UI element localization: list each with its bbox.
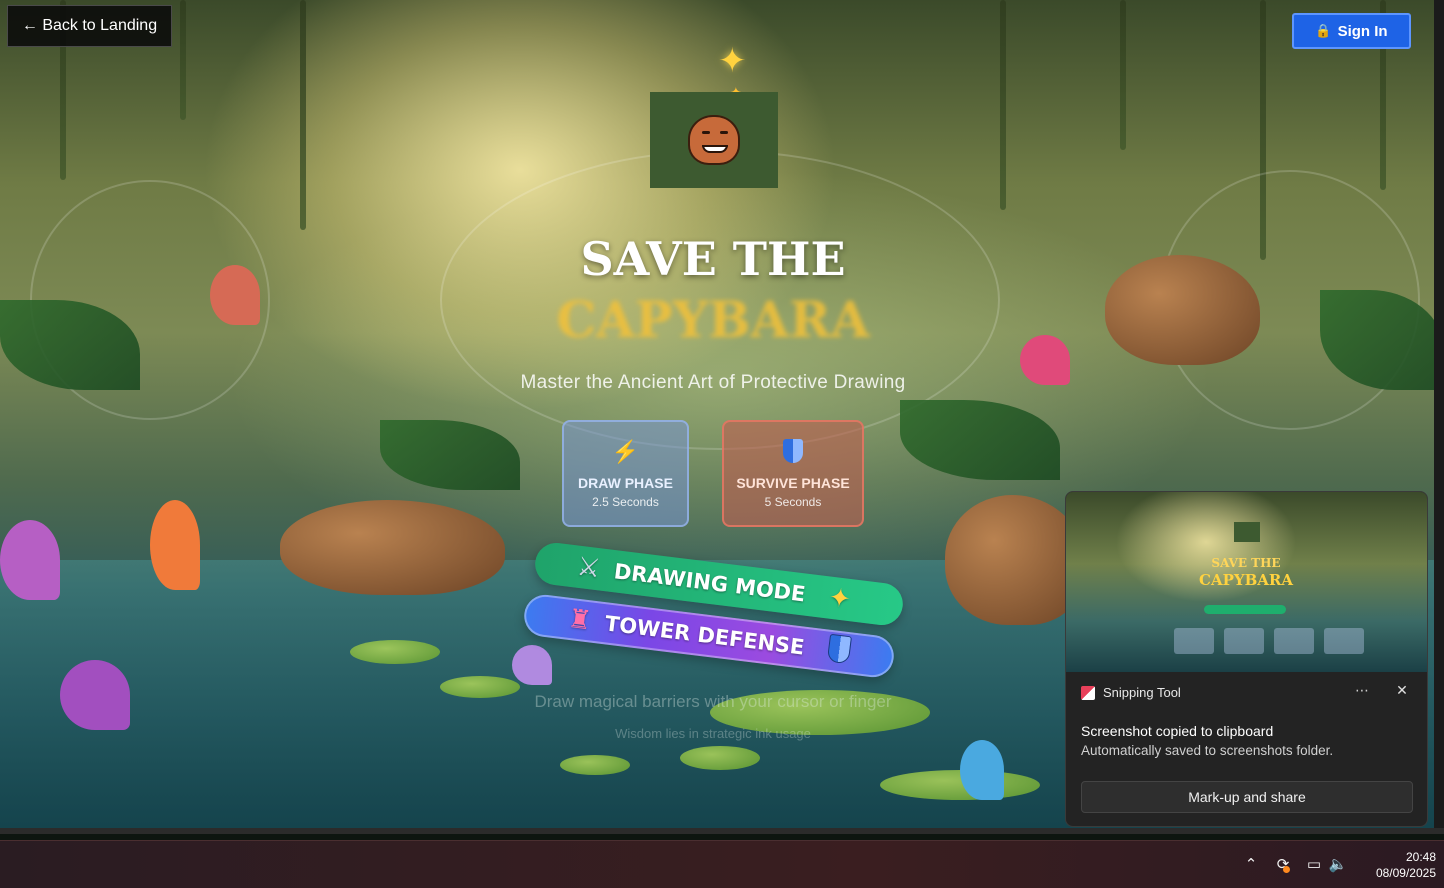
back-to-landing-button[interactable]: ← Back to Landing (7, 5, 172, 47)
close-icon[interactable]: ✕ (1392, 683, 1412, 703)
volume-icon[interactable]: 🔈 (1327, 855, 1349, 873)
vine-decoration (180, 0, 186, 120)
shield-icon (826, 633, 853, 670)
draw-phase-duration: 2.5 Seconds (592, 494, 659, 509)
markup-and-share-label: Mark-up and share (1188, 789, 1306, 805)
back-to-landing-label: ← Back to Landing (21, 17, 158, 34)
thumbnail-card (1174, 628, 1214, 654)
thumbnail-title-line2: CAPYBARA (1199, 571, 1293, 589)
capybara-eye (720, 131, 728, 134)
taskbar (0, 840, 1444, 888)
lily-pad (680, 746, 760, 770)
lightning-bolt-icon: ⚡ (611, 438, 640, 464)
more-options-icon[interactable]: ⋯ (1352, 683, 1372, 703)
thumbnail-card (1224, 628, 1264, 654)
capybara-swimming-left (280, 500, 505, 595)
bird-of-paradise-flower (150, 500, 200, 590)
blue-lotus-flower (960, 740, 1004, 800)
purple-flower (60, 660, 130, 730)
sparkles-icon: ✦ (718, 41, 747, 81)
lock-icon: 🔒 (1315, 23, 1332, 38)
draw-phase-card: ⚡ DRAW PHASE 2.5 Seconds (562, 420, 689, 527)
lily-pad (560, 755, 630, 775)
capybara-swimming-right (945, 495, 1085, 625)
notification-header: Snipping Tool (1081, 685, 1181, 700)
window-frame-bottom (0, 828, 1444, 834)
chevron-up-icon[interactable]: ⌃ (1240, 855, 1262, 873)
notification-message: Screenshot copied to clipboard (1081, 723, 1274, 739)
window-frame-right (1434, 0, 1444, 832)
vine-decoration (1120, 0, 1126, 150)
snipping-tool-icon (1081, 685, 1095, 700)
notification-app-name: Snipping Tool (1103, 685, 1181, 700)
capybara-face-icon (688, 115, 740, 165)
crossed-swords-icon: ⚔ (575, 551, 603, 585)
survive-phase-duration: 5 Seconds (764, 494, 822, 509)
shield-icon (783, 438, 803, 467)
thumbnail-card (1274, 628, 1314, 654)
taskbar-clock-date[interactable]: 08/09/2025 (1360, 866, 1436, 880)
game-subtitle: Master the Ancient Art of Protective Dra… (520, 372, 906, 393)
capybara-logo (650, 92, 778, 188)
capybara-on-log (1105, 255, 1260, 365)
thumbnail-title-line1: SAVE THE (1211, 556, 1281, 570)
draw-phase-title: DRAW PHASE (578, 474, 673, 491)
thumbnail-logo (1234, 522, 1260, 542)
purple-flower (0, 520, 60, 600)
snipping-tool-notification[interactable]: SAVE THE CAPYBARA Snipping Tool Screensh… (1065, 491, 1428, 827)
sign-in-label: Sign In (1337, 22, 1388, 40)
vine-decoration (300, 0, 306, 230)
game-title-line1: SAVE THE (580, 232, 846, 286)
sign-in-button[interactable]: 🔒 Sign In (1292, 13, 1411, 49)
sparkles-icon: ✦ (827, 582, 853, 616)
butterfly-fish (210, 265, 260, 325)
taskbar-clock-time[interactable]: 20:48 (1380, 850, 1436, 864)
update-badge (1283, 866, 1290, 873)
survive-phase-card: SURVIVE PHASE 5 Seconds (722, 420, 864, 527)
leaf-decoration (900, 400, 1060, 480)
drawing-hint: Draw magical barriers with your cursor o… (534, 692, 892, 711)
network-icon[interactable]: ▭ (1303, 855, 1325, 873)
castle-icon: ♜ (566, 603, 594, 637)
capybara-eye (702, 131, 710, 134)
leaf-decoration (380, 420, 520, 490)
capybara-grin (702, 145, 728, 153)
ink-usage-hint: Wisdom lies in strategic ink usage (615, 726, 811, 741)
lotus-flower (512, 645, 552, 685)
pink-flower (1020, 335, 1070, 385)
thumbnail-quest-button (1204, 605, 1286, 614)
survive-phase-title: SURVIVE PHASE (736, 474, 850, 491)
game-title-line2: CAPYBARA (556, 290, 870, 349)
vine-decoration (1000, 0, 1006, 210)
screenshot-thumbnail[interactable]: SAVE THE CAPYBARA (1066, 492, 1427, 672)
notification-detail: Automatically saved to screenshots folde… (1081, 743, 1334, 758)
lily-pad (350, 640, 440, 664)
thumbnail-card (1324, 628, 1364, 654)
markup-and-share-button[interactable]: Mark-up and share (1081, 781, 1413, 813)
